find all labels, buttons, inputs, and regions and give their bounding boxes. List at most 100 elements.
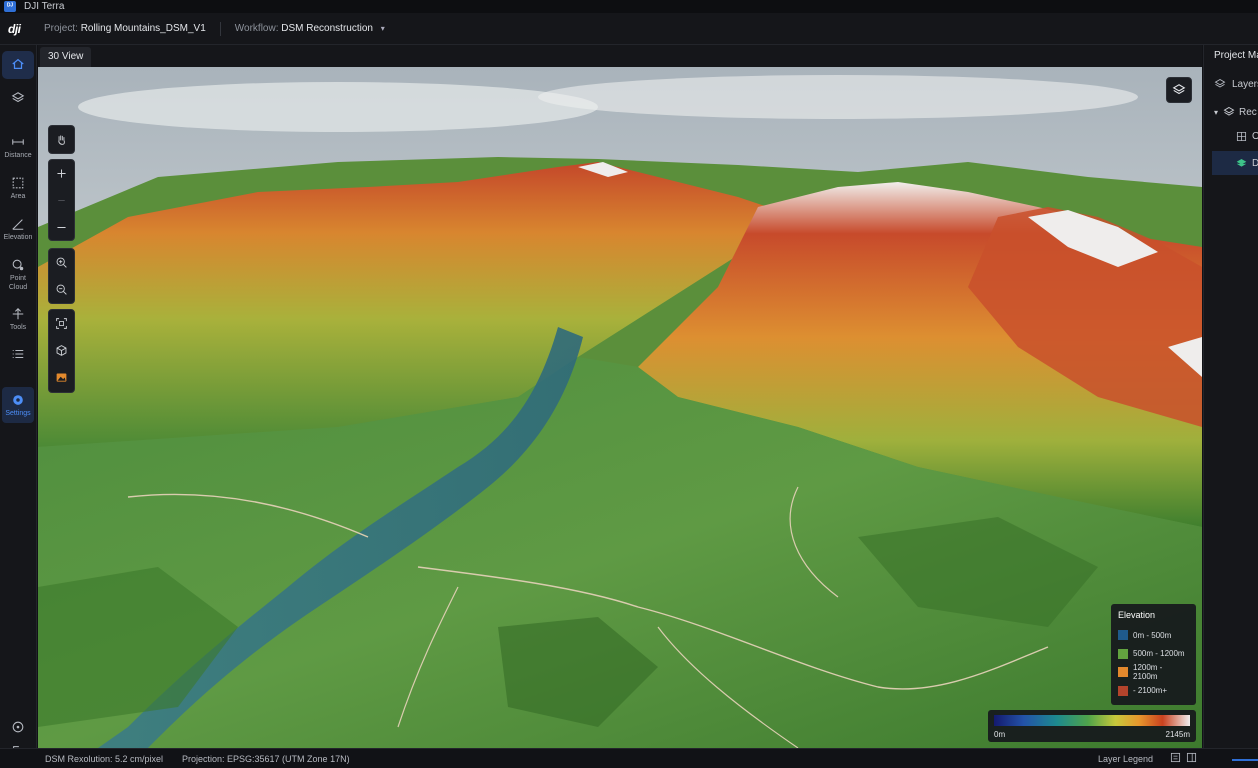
image-icon [56, 373, 67, 382]
project-label: Project: [44, 23, 78, 34]
zoom-level-divider [49, 187, 74, 214]
layers-header[interactable]: Layers [1214, 78, 1258, 90]
layers-icon [1223, 106, 1235, 116]
tree-item-dsm[interactable]: D [1212, 151, 1258, 175]
tab-3d-view[interactable]: 30 View [40, 47, 92, 67]
dsm-icon [1236, 158, 1247, 167]
status-projection: Projection: EPSG:35617 (UTM Zone 17N) [182, 754, 350, 764]
panel-icon [1186, 752, 1197, 763]
legend-swatch [1118, 667, 1128, 678]
grid-icon [1236, 131, 1247, 142]
sidebar-label-area: Area [10, 193, 26, 200]
magnifier-group [48, 248, 75, 304]
status-resolution: DSM Rexolution: 5.2 cm/pixel [45, 754, 164, 764]
legend-item: 500m - 1200m [1118, 645, 1189, 664]
elevation-icon [12, 219, 24, 230]
tools-icon [12, 308, 24, 320]
sidebar-label-elevation: Elevation [3, 234, 33, 241]
legend-swatch [1118, 685, 1128, 696]
pan-tool-group [48, 125, 75, 154]
expand-panel-icon[interactable] [1186, 752, 1197, 765]
project-name: Rolling Mountains_DSM_V1 [80, 23, 206, 34]
snapshot-button[interactable] [49, 364, 74, 391]
legend-label: - 2100m+ [1133, 686, 1168, 696]
legend-item: - 2100m+ [1118, 682, 1189, 701]
zoom-step-group [48, 159, 75, 241]
tree-item-ortho[interactable]: O [1236, 131, 1258, 142]
pan-button[interactable] [49, 126, 74, 153]
layers-icon [11, 92, 25, 103]
layer-legend-toggle[interactable]: Layer Legend [1098, 754, 1153, 764]
distance-icon [12, 139, 24, 145]
plus-icon [57, 169, 66, 178]
app-header: dji Project: Rolling Mountains_DSM_V1 Wo… [0, 13, 1258, 45]
zoom-out-icon [56, 284, 67, 295]
hand-icon [58, 135, 65, 145]
layers-icon [1214, 78, 1226, 88]
chevron-down-icon: ▾ [1214, 107, 1219, 117]
model-view-button[interactable] [49, 337, 74, 364]
legend-item: 1200m - 2100m [1118, 663, 1189, 682]
project-selector[interactable]: Project: Rolling Mountains_DSM_V1 [44, 23, 206, 34]
legend-swatch [1118, 648, 1128, 659]
tree-label: D [1252, 158, 1258, 169]
sidebar-item-tools[interactable]: Tools [2, 307, 34, 332]
magnify-out-button[interactable] [49, 276, 74, 303]
legend-swatch [1118, 630, 1128, 641]
sidebar-item-layers[interactable] [2, 91, 34, 107]
list-icon [12, 349, 24, 359]
status-bar: DSM Rexolution: 5.2 cm/pixel Projection:… [0, 748, 1258, 768]
legend-icon [1170, 752, 1181, 763]
home-icon [12, 58, 24, 69]
workflow-selector[interactable]: Workflow: DSM Reconstruction ▾ [235, 23, 385, 34]
sidebar-label-tools: Tools [9, 324, 27, 331]
view-tools-group [48, 309, 75, 393]
legend-panel-icon[interactable] [1170, 752, 1181, 765]
workflow-label: Workflow: [234, 23, 279, 34]
sidebar-item-settings[interactable]: Settings [2, 387, 34, 423]
minus-line-icon [58, 200, 65, 201]
sidebar-item-point-cloud[interactable]: Point Cloud [2, 258, 34, 292]
elevation-colorbar: 0m 2145m [988, 710, 1196, 742]
left-toolbar: Distance Area Elevation Point Cloud Tool… [0, 45, 37, 756]
point-cloud-icon [12, 259, 24, 271]
legend-item: 0m - 500m [1118, 626, 1189, 645]
terrain-render [38, 67, 1202, 748]
window-titlebar: ᴰᴶ DJI Terra [0, 0, 1258, 13]
info-icon [12, 721, 24, 733]
sidebar-item-home[interactable] [2, 51, 34, 79]
sidebar-label-settings: Settings [5, 409, 31, 417]
minus-icon [57, 227, 66, 228]
sidebar-item-list[interactable] [2, 347, 34, 363]
legend-label: 500m - 1200m [1133, 649, 1185, 659]
zoom-in-icon [56, 257, 67, 268]
settings-icon [13, 394, 23, 405]
zoom-out-button[interactable] [49, 214, 74, 241]
sidebar-label-distance: Distance [4, 152, 32, 159]
legend-title: Elevation [1118, 610, 1156, 620]
fit-view-button[interactable] [49, 310, 74, 337]
legend-label: 1200m - 2100m [1133, 663, 1163, 682]
workflow-name: DSM Reconstruction [281, 23, 373, 34]
colorbar-min-label: 0m [994, 730, 1006, 739]
colorbar-gradient [994, 715, 1190, 726]
tree-item-reconstruction[interactable]: ▾ Rec [1214, 106, 1257, 118]
layers-label: Layers [1232, 78, 1258, 90]
app-icon: ᴰᴶ [4, 1, 16, 12]
terrain-3d-viewport[interactable]: Elevation 0m - 500m 500m - 1200m 1200m -… [38, 67, 1202, 748]
sidebar-item-elevation[interactable]: Elevation [2, 217, 34, 242]
magnify-in-button[interactable] [49, 249, 74, 276]
sidebar-label-point-cloud: Point Cloud [8, 275, 28, 291]
zoom-in-button[interactable] [49, 160, 74, 187]
layer-toggle-button[interactable] [1166, 77, 1192, 103]
header-divider [219, 21, 221, 36]
cube-icon [56, 345, 67, 356]
progress-indicator [1232, 759, 1258, 761]
layers-icon [1172, 84, 1186, 95]
sidebar-item-area[interactable]: Area [2, 176, 34, 201]
tree-label: Rec [1239, 106, 1257, 118]
tree-label: O [1252, 131, 1258, 142]
view-tabbar: 30 View [38, 45, 1202, 67]
sidebar-item-info[interactable] [2, 720, 34, 736]
sidebar-item-distance[interactable]: Distance [2, 135, 34, 160]
